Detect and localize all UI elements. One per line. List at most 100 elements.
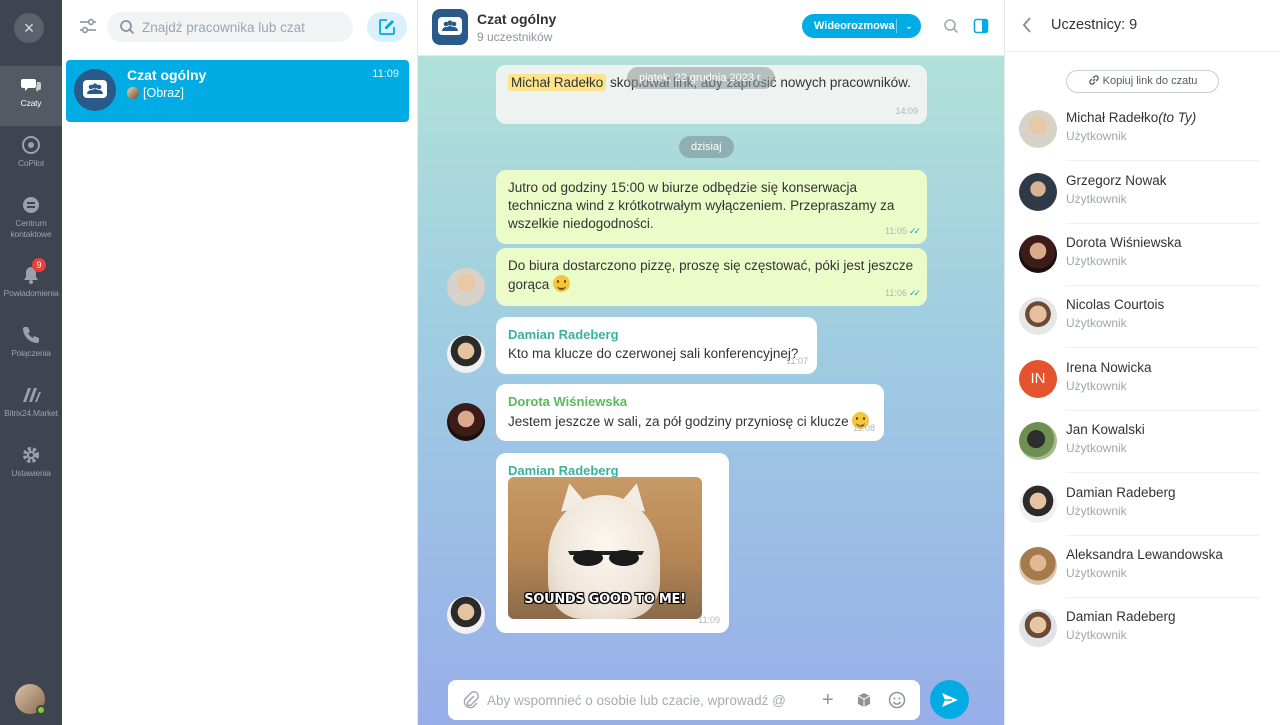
participant-avatar xyxy=(1019,235,1057,273)
rail-item-copilot[interactable]: CoPilot xyxy=(0,126,62,186)
rail-item-market[interactable]: Bitrix24.Market xyxy=(0,376,62,436)
participant-item[interactable]: Damian Radeberg Użytkownik xyxy=(1005,598,1280,660)
chevron-left-icon[interactable] xyxy=(1021,16,1033,34)
smiley-icon[interactable] xyxy=(888,691,906,709)
message-bubble[interactable]: Dorota Wiśniewska Jestem jeszcze w sali,… xyxy=(496,384,884,441)
message-time: 11:09 xyxy=(698,615,720,625)
button-divider xyxy=(896,19,897,33)
message-time: 11:07 xyxy=(786,356,808,366)
rail-item-label: Czaty xyxy=(20,98,42,108)
chat-header: Czat ogólny 9 uczestników Wideorozmowa ⌄ xyxy=(418,0,1004,56)
video-call-button[interactable]: Wideorozmowa ⌄ xyxy=(802,14,921,38)
send-button[interactable] xyxy=(930,680,969,719)
rail-item-chats[interactable]: Czaty xyxy=(0,66,62,126)
participant-role: Użytkownik xyxy=(1066,504,1127,518)
compose-icon xyxy=(379,19,395,35)
message-sender-avatar[interactable] xyxy=(447,268,485,306)
market-icon xyxy=(23,388,41,402)
rail-item-label: Ustawienia xyxy=(11,468,51,478)
close-button[interactable]: × xyxy=(14,13,44,43)
participants-header: Uczestnicy: 9 xyxy=(1005,0,1280,52)
message-sender-avatar[interactable] xyxy=(447,596,485,634)
chat-name: Czat ogólny xyxy=(127,67,207,83)
chevron-down-icon[interactable]: ⌄ xyxy=(900,14,918,38)
app-sidebar: × Czaty CoPilot Centrum kontaktowe 9 Pow… xyxy=(0,0,62,725)
mention-tag[interactable]: Michał Radełko xyxy=(508,74,607,91)
rail-item-notifications[interactable]: 9 Powiadomienia xyxy=(0,256,62,316)
participant-role: Użytkownik xyxy=(1066,254,1127,268)
search-icon xyxy=(120,20,135,35)
box-icon[interactable] xyxy=(856,692,872,708)
participant-count[interactable]: 9 uczestników xyxy=(477,30,552,44)
image-attachment[interactable]: SOUNDS GOOD TO ME! xyxy=(508,477,702,619)
group-icon xyxy=(83,80,107,98)
participant-item[interactable]: Grzegorz Nowak Użytkownik xyxy=(1005,162,1280,224)
search-icon[interactable] xyxy=(943,18,959,34)
participant-item[interactable]: Nicolas Courtois Użytkownik xyxy=(1005,286,1280,348)
copy-link-label: Kopiuj link do czatu xyxy=(1102,75,1198,87)
message-author[interactable]: Dorota Wiśniewska xyxy=(508,393,872,411)
message-time: 14:09 xyxy=(895,106,918,116)
paperclip-icon[interactable] xyxy=(463,691,479,709)
chat-preview-text: [Obraz] xyxy=(143,86,184,100)
search-box xyxy=(107,12,353,42)
divider xyxy=(1066,160,1259,161)
message-bubble[interactable]: Damian Radeberg Kto ma klucze do czerwon… xyxy=(496,317,817,374)
message-input[interactable] xyxy=(487,680,817,720)
participant-avatar xyxy=(1019,110,1057,148)
participant-item[interactable]: Jan Kowalski Użytkownik xyxy=(1005,411,1280,473)
filter-icon[interactable] xyxy=(78,16,98,36)
participant-item[interactable]: IN Irena Nowicka Użytkownik xyxy=(1005,349,1280,411)
participant-avatar xyxy=(1019,547,1057,585)
message-sender-avatar[interactable] xyxy=(447,335,485,373)
participant-avatar xyxy=(1019,422,1057,460)
search-input[interactable] xyxy=(142,12,342,42)
message-bubble[interactable]: Damian Radeberg SOUNDS GOOD TO ME! 11:09 xyxy=(496,453,729,633)
participant-name: Irena Nowicka xyxy=(1066,360,1152,375)
rail-item-label: CoPilot xyxy=(17,158,44,168)
divider xyxy=(1066,347,1259,348)
copilot-icon xyxy=(22,136,40,154)
read-checkmark-icon: ✓✓ xyxy=(908,226,921,236)
chat-title[interactable]: Czat ogólny xyxy=(477,11,556,27)
divider xyxy=(1066,472,1259,473)
rail-item-settings[interactable]: Ustawienia xyxy=(0,436,62,496)
participant-name: Dorota Wiśniewska xyxy=(1066,235,1182,250)
message-text: Jutro od godziny 15:00 w biurze odbędzie… xyxy=(508,180,895,231)
participant-role: Użytkownik xyxy=(1066,566,1127,580)
message-sender-avatar[interactable] xyxy=(447,403,485,441)
participant-avatar-initials: IN xyxy=(1019,360,1057,398)
participant-role: Użytkownik xyxy=(1066,129,1127,143)
participant-item[interactable]: Michał Radełko(to Ty) Użytkownik xyxy=(1005,99,1280,161)
contact-center-icon xyxy=(23,197,39,213)
participant-name: Grzegorz Nowak xyxy=(1066,173,1167,188)
plus-icon[interactable]: + xyxy=(822,689,834,712)
participant-name: Michał Radełko(to Ty) xyxy=(1066,110,1197,125)
message-author[interactable]: Damian Radeberg xyxy=(508,326,805,344)
sidebar-toggle-icon[interactable] xyxy=(973,18,989,34)
notification-badge: 9 xyxy=(32,258,46,272)
rail-item-contact-center[interactable]: Centrum kontaktowe xyxy=(0,186,62,246)
rail-item-calls[interactable]: Połączenia xyxy=(0,316,62,376)
user-avatar[interactable] xyxy=(15,684,46,715)
message-bubble[interactable]: Jutro od godziny 15:00 w biurze odbędzie… xyxy=(496,170,927,244)
participant-role: Użytkownik xyxy=(1066,441,1127,455)
link-icon xyxy=(1088,75,1099,85)
new-chat-button[interactable] xyxy=(367,12,407,42)
gif-caption: SOUNDS GOOD TO ME! xyxy=(524,592,686,607)
message-bubble[interactable]: Do biura dostarczono pizzę, proszę się c… xyxy=(496,248,927,306)
date-separator: piątek, 22 grudnia 2023 r. xyxy=(627,67,776,89)
copy-link-button[interactable]: Kopiuj link do czatu xyxy=(1066,70,1219,93)
chat-list-item[interactable]: Czat ogólny 11:09 [Obraz] xyxy=(66,60,409,122)
message-feed[interactable]: Michał Radełko skopiował link, aby zapro… xyxy=(418,56,1004,725)
participant-item[interactable]: Damian Radeberg Użytkownik xyxy=(1005,474,1280,536)
chat-header-avatar[interactable] xyxy=(432,9,468,45)
participant-role: Użytkownik xyxy=(1066,628,1127,642)
participant-role: Użytkownik xyxy=(1066,379,1127,393)
participant-avatar xyxy=(1019,297,1057,335)
participant-item[interactable]: Dorota Wiśniewska Użytkownik xyxy=(1005,224,1280,286)
participant-item[interactable]: Aleksandra Lewandowska Użytkownik xyxy=(1005,536,1280,598)
rail-item-label: Powiadomienia xyxy=(3,288,59,298)
rail-item-label: Bitrix24.Market xyxy=(4,408,58,418)
message-composer: + xyxy=(448,680,920,720)
